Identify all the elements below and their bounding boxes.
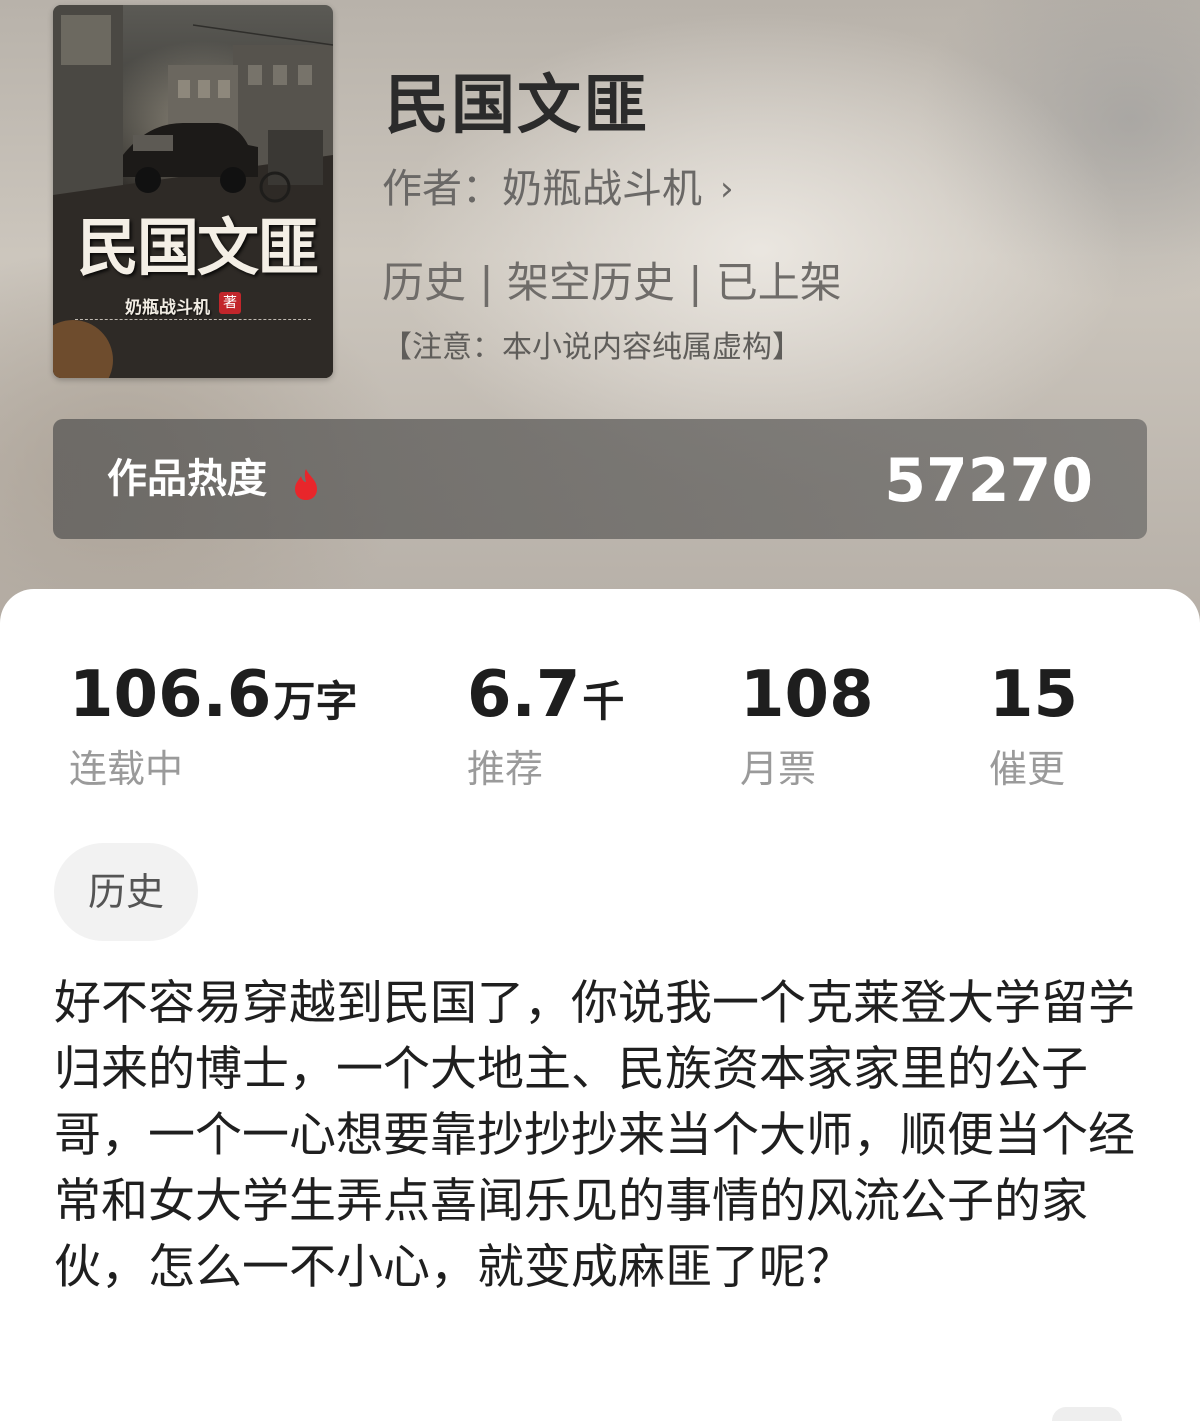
book-cover[interactable]: 民国文匪 奶瓶战斗机 著 (53, 5, 333, 378)
expand-handle[interactable] (1052, 1407, 1122, 1421)
cover-divider (75, 319, 311, 320)
stat-label: 连载中 (69, 747, 184, 791)
book-header: 民国文匪 奶瓶战斗机 著 民国文匪 作者：奶瓶战斗机 › 历史 | 架空历史 |… (0, 0, 1200, 640)
stat-number: 106.6 (69, 658, 272, 732)
stat-number: 6.7 (467, 658, 581, 732)
stat-unit: 千 (582, 677, 625, 726)
stat-word-count: 106.6万字 连载中 (69, 657, 357, 794)
author-label: 作者：奶瓶战斗机 (382, 166, 702, 212)
book-detail-sheet: 106.6万字 连载中 6.7千 推荐 108 月票 15 催更 历史 好不容易… (0, 589, 1200, 1421)
fiction-notice: 【注意：本小说内容纯属虚构】 (382, 330, 802, 365)
stat-update-request[interactable]: 15 催更 (989, 657, 1080, 794)
chevron-right-icon: › (720, 169, 734, 209)
category-tags: 历史 | 架空历史 | 已上架 (382, 258, 842, 307)
stat-recommend[interactable]: 6.7千 推荐 (467, 657, 624, 794)
stat-label: 催更 (989, 747, 1066, 791)
stat-label: 推荐 (467, 747, 544, 791)
genre-chip[interactable]: 历史 (54, 843, 198, 941)
book-title: 民国文匪 (385, 68, 649, 143)
cover-artwork (53, 5, 333, 378)
cover-author: 奶瓶战斗机 (125, 298, 210, 318)
popularity-bar[interactable]: 作品热度 57270 (53, 419, 1147, 539)
stat-number: 108 (740, 658, 874, 732)
book-description: 好不容易穿越到民国了，你说我一个克莱登大学留学归来的博士，一个大地主、民族资本家… (54, 976, 1135, 1295)
stat-number: 15 (989, 658, 1079, 732)
cover-seal: 著 (219, 292, 241, 314)
cover-title: 民国文匪 (77, 211, 319, 284)
popularity-value: 57270 (884, 446, 1093, 516)
stat-label: 月票 (740, 747, 817, 791)
popularity-label: 作品热度 (107, 456, 267, 502)
fire-icon (295, 469, 317, 500)
stat-unit: 万字 (273, 677, 358, 726)
stat-monthly-ticket[interactable]: 108 月票 (740, 657, 876, 794)
author-link[interactable]: 作者：奶瓶战斗机 › (382, 162, 734, 216)
